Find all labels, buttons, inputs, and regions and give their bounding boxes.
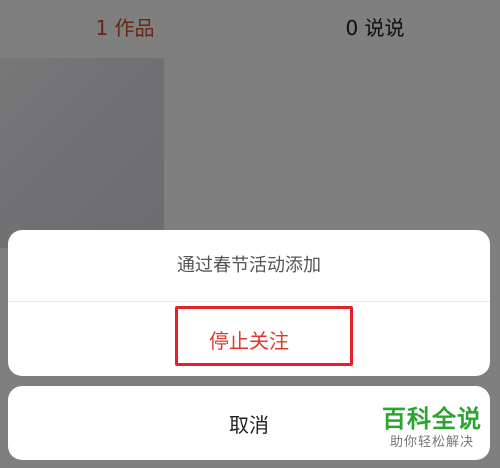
watermark-subtitle: 助你轻松解决 [389, 435, 474, 450]
action-sheet-subtitle: 通过春节活动添加 [8, 230, 490, 302]
unfollow-button[interactable]: 停止关注 [8, 302, 490, 376]
unfollow-label: 停止关注 [209, 328, 289, 353]
watermark-title: 百科全说 [382, 405, 482, 433]
action-sheet: 通过春节活动添加 停止关注 [8, 230, 490, 376]
watermark-logo: 百科全说 助你轻松解决 [372, 404, 492, 464]
